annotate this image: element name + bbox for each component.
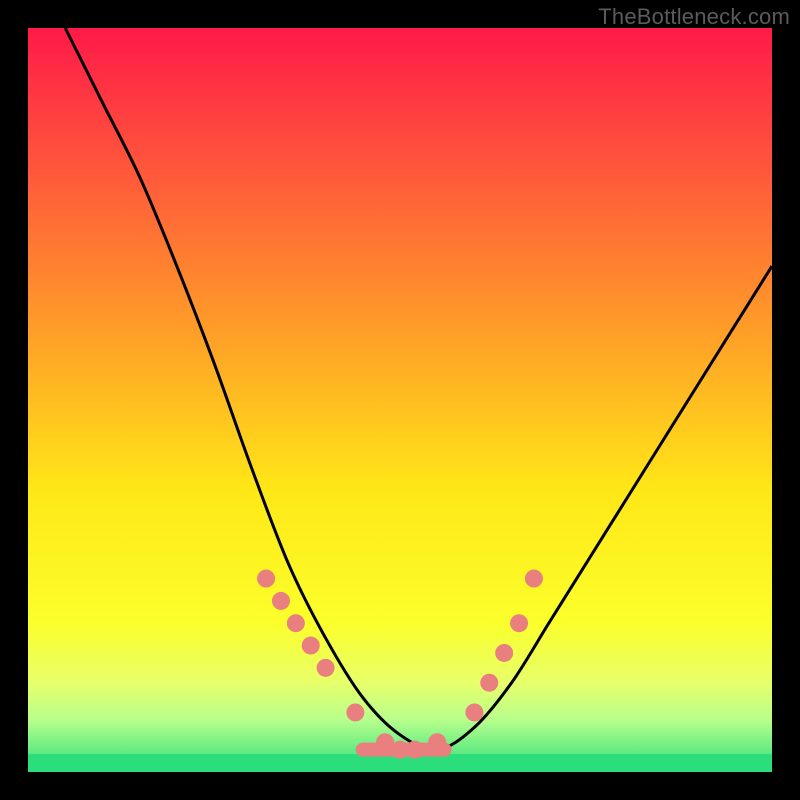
highlight-dot (495, 644, 513, 662)
highlight-dot (480, 674, 498, 692)
chart-frame (28, 28, 772, 772)
highlight-dot (317, 659, 335, 677)
bottleneck-chart (28, 28, 772, 772)
highlight-dot (272, 592, 290, 610)
highlight-dot (257, 570, 275, 588)
highlight-dot (302, 637, 320, 655)
watermark-text: TheBottleneck.com (598, 4, 790, 30)
highlight-dot (346, 703, 364, 721)
highlight-dot (510, 614, 528, 632)
highlight-dot (525, 570, 543, 588)
highlight-dot (287, 614, 305, 632)
highlight-dot (465, 703, 483, 721)
gradient-background (28, 28, 772, 772)
